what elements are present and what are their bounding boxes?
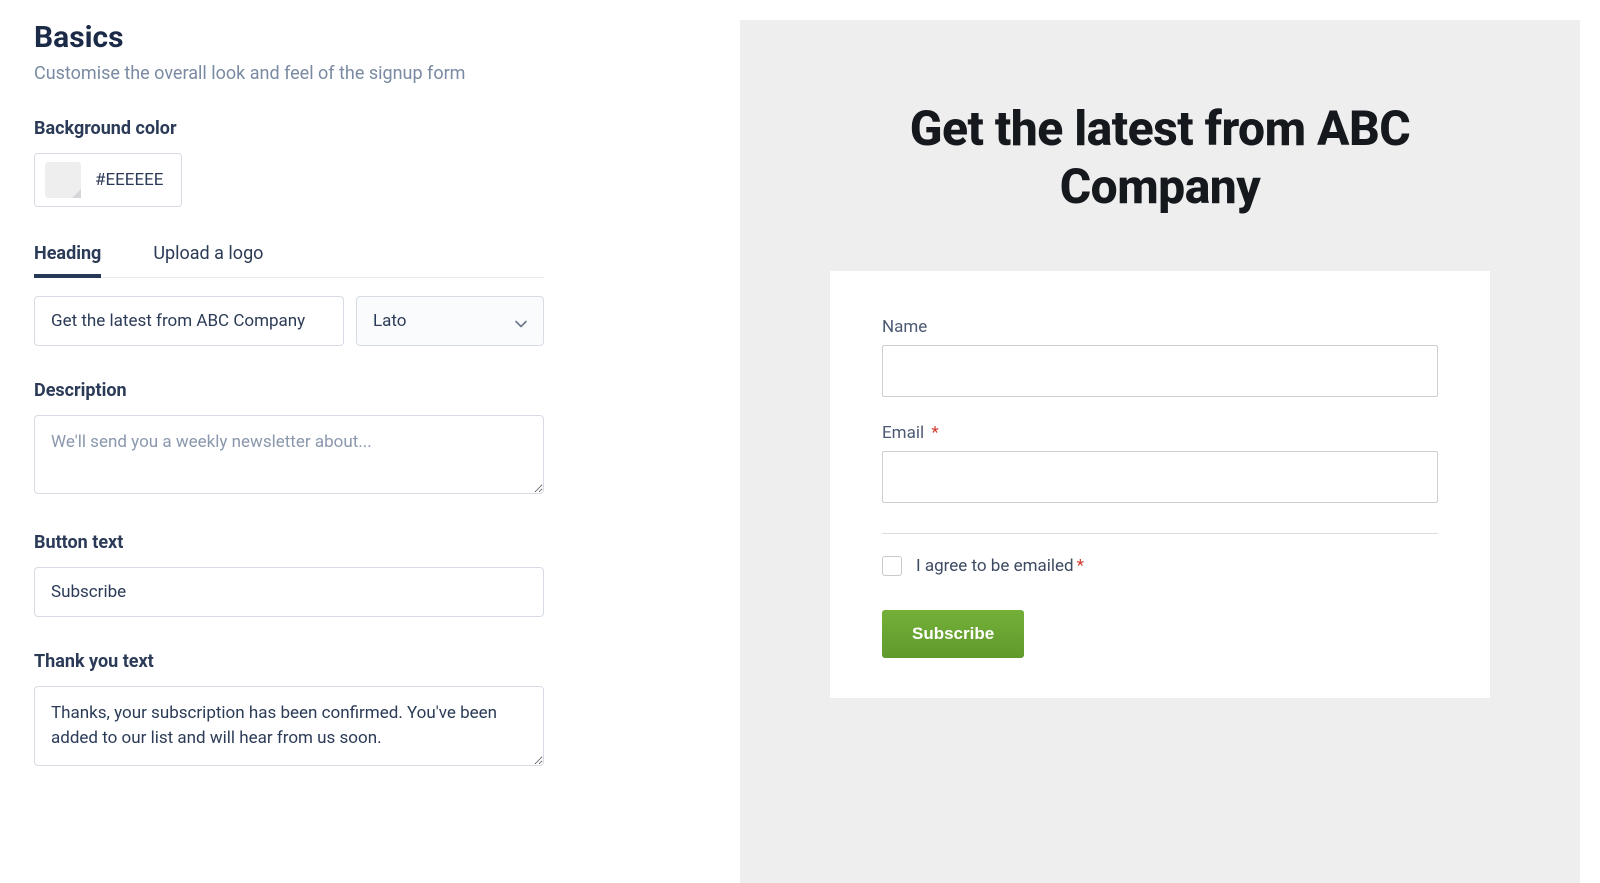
button-text-input[interactable] [34, 567, 544, 617]
button-text-label: Button text [34, 532, 700, 553]
required-asterisk: * [931, 423, 938, 443]
font-select[interactable]: Lato [356, 296, 544, 346]
consent-text-value: I agree to be emailed [916, 556, 1074, 576]
background-color-picker[interactable]: #EEEEEE [34, 153, 182, 207]
preview-heading: Get the latest from ABC Company [880, 100, 1440, 215]
heading-logo-tabs: Heading Upload a logo [34, 243, 544, 278]
settings-panel: Basics Customise the overall look and fe… [0, 0, 740, 883]
consent-row: I agree to be emailed* [882, 556, 1438, 576]
tab-upload-logo[interactable]: Upload a logo [153, 243, 263, 277]
description-textarea[interactable] [34, 415, 544, 494]
form-divider [882, 533, 1438, 534]
email-field-label: Email * [882, 423, 1438, 443]
subscribe-button[interactable]: Subscribe [882, 610, 1024, 658]
email-input[interactable] [882, 451, 1438, 503]
page-title: Basics [34, 20, 700, 55]
page-subtitle: Customise the overall look and feel of t… [34, 63, 700, 84]
preview-form-card: Name Email * I agree to be emailed* Subs… [830, 271, 1490, 698]
name-field-label: Name [882, 317, 1438, 337]
background-color-label: Background color [34, 118, 700, 139]
tab-heading[interactable]: Heading [34, 243, 101, 278]
color-swatch-icon [45, 162, 81, 198]
thank-you-label: Thank you text [34, 651, 700, 672]
background-color-value: #EEEEEE [95, 170, 163, 190]
font-select-value: Lato [373, 311, 407, 331]
heading-text-input[interactable] [34, 296, 344, 346]
form-preview: Get the latest from ABC Company Name Ema… [740, 20, 1580, 883]
chevron-down-icon [515, 315, 527, 327]
description-label: Description [34, 380, 700, 401]
name-input[interactable] [882, 345, 1438, 397]
thank-you-textarea[interactable] [34, 686, 544, 766]
email-label-text: Email [882, 423, 924, 443]
consent-checkbox[interactable] [882, 556, 902, 576]
consent-label: I agree to be emailed* [916, 556, 1084, 576]
required-asterisk: * [1077, 556, 1084, 576]
